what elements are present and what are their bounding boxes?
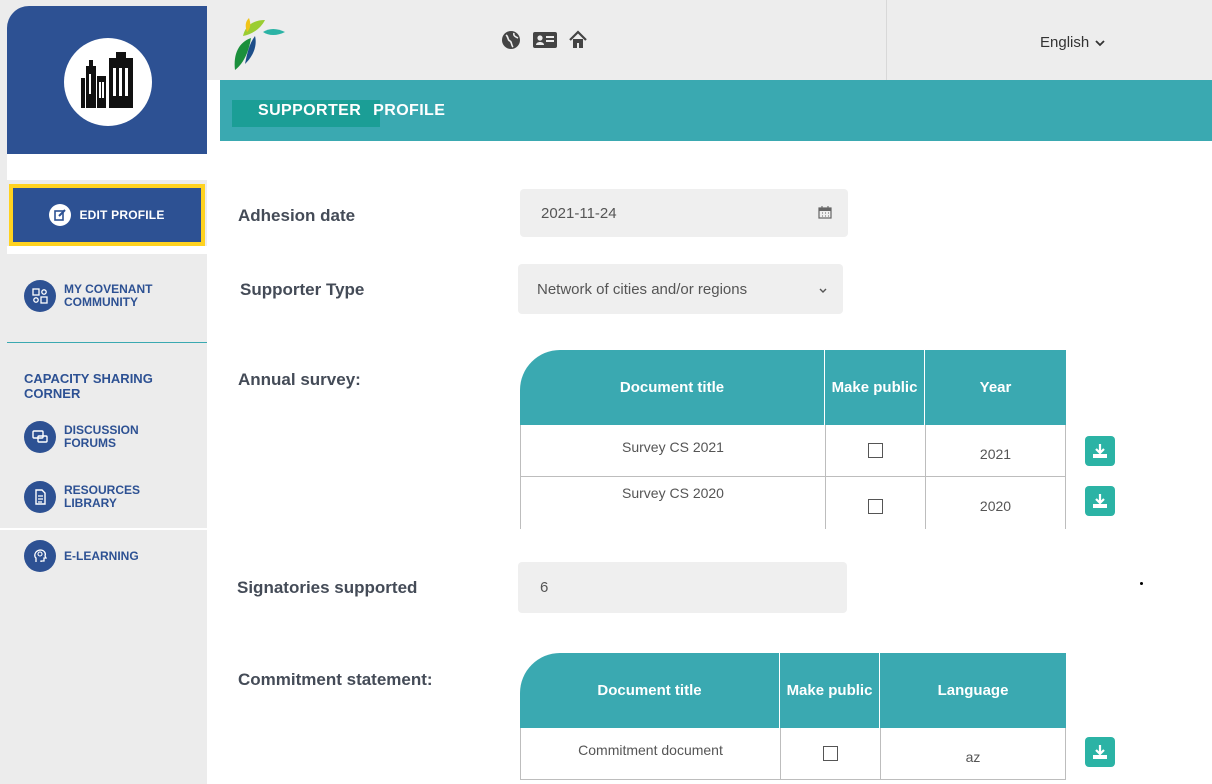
home-icon[interactable] — [567, 30, 589, 50]
year-cell: 2020 — [926, 477, 1066, 529]
download-icon — [1093, 494, 1107, 508]
download-icon — [1093, 444, 1107, 458]
download-button[interactable] — [1085, 486, 1115, 516]
sidebar-divider — [7, 342, 207, 343]
document-title-cell: Survey CS 2020 — [521, 477, 826, 529]
id-card-icon[interactable] — [531, 30, 559, 50]
sidebar-item-resources-library[interactable]: RESOURCES LIBRARY — [24, 481, 184, 513]
table-header: Document title Make public Language — [520, 653, 1066, 728]
document-icon — [24, 481, 56, 513]
edit-profile-label: EDIT PROFILE — [79, 208, 165, 222]
edit-profile-button[interactable]: EDIT PROFILE — [9, 184, 205, 246]
covenant-logo — [229, 14, 289, 72]
adhesion-date-label: Adhesion date — [238, 206, 356, 225]
document-title-cell: Commitment document — [521, 728, 781, 779]
column-header: Year — [979, 378, 1012, 396]
table-row: Survey CS 2021 2021 — [520, 425, 1066, 477]
download-button[interactable] — [1085, 436, 1115, 466]
sidebar-item-my-covenant-community[interactable]: MY COVENANT COMMUNITY — [24, 280, 184, 312]
edit-icon — [49, 204, 72, 226]
commitment-statement-table: Document title Make public Language Comm… — [520, 653, 1066, 780]
annual-survey-table: Document title Make public Year Survey C… — [520, 350, 1066, 529]
document-title-cell: Survey CS 2021 — [521, 425, 826, 476]
make-public-checkbox[interactable] — [868, 499, 883, 514]
commitment-statement-label: Commitment statement: — [238, 670, 433, 689]
year-cell: 2021 — [926, 425, 1066, 476]
sidebar-item-label: RESOURCES LIBRARY — [64, 483, 141, 510]
supporter-type-label: Supporter Type — [240, 280, 365, 299]
column-header: Language — [937, 681, 1009, 699]
top-header: English — [207, 0, 1212, 80]
table-row: Survey CS 2020 2020 — [520, 477, 1066, 529]
adhesion-date-field[interactable]: 2021-11-24 — [520, 189, 848, 237]
sidebar-item-label: E-LEARNING — [64, 548, 139, 563]
language-cell: az — [881, 728, 1066, 779]
sidebar-item-label: DISCUSSION FORUMS — [64, 423, 139, 450]
sidebar-item-e-learning[interactable]: E-LEARNING — [24, 540, 184, 572]
organization-logo — [64, 38, 152, 126]
supporter-type-select[interactable]: Network of cities and/or regions — [518, 264, 843, 314]
page-title: SUPPORTER PROFILE — [258, 102, 446, 119]
download-button[interactable] — [1085, 737, 1115, 767]
make-public-checkbox[interactable] — [868, 443, 883, 458]
column-header: Document title — [520, 653, 780, 728]
table-row: Commitment document az — [520, 728, 1066, 780]
make-public-checkbox[interactable] — [823, 746, 838, 761]
column-header: Make public — [825, 350, 925, 425]
language-select[interactable]: English — [1040, 34, 1105, 51]
chat-bubbles-icon — [24, 421, 56, 453]
head-brain-icon — [24, 540, 56, 572]
signatories-field[interactable]: 6 — [518, 562, 847, 613]
column-header: Make public — [780, 653, 880, 728]
page-title-bar: SUPPORTER PROFILE — [220, 80, 1212, 141]
sidebar-logo-panel — [7, 6, 207, 154]
chevron-down-icon — [1095, 39, 1105, 46]
table-header: Document title Make public Year — [520, 350, 1066, 425]
sidebar-item-discussion-forums[interactable]: DISCUSSION FORUMS — [24, 421, 184, 453]
sidebar: EDIT PROFILE MY COVENANT COMMUNITY CAPAC… — [0, 0, 207, 784]
annual-survey-label: Annual survey: — [238, 370, 361, 389]
sidebar-section-title: CAPACITY SHARING CORNER — [24, 371, 153, 401]
calendar-icon — [818, 206, 832, 219]
language-label: English — [1040, 34, 1090, 51]
sidebar-item-label: MY COVENANT COMMUNITY — [64, 282, 153, 309]
globe-icon[interactable] — [500, 30, 522, 50]
chevron-down-icon — [819, 288, 827, 293]
signatories-label: Signatories supported — [237, 578, 418, 597]
column-header: Document title — [520, 350, 825, 425]
city-buildings-icon — [81, 52, 133, 108]
community-icon — [24, 280, 56, 312]
download-icon — [1093, 745, 1107, 759]
